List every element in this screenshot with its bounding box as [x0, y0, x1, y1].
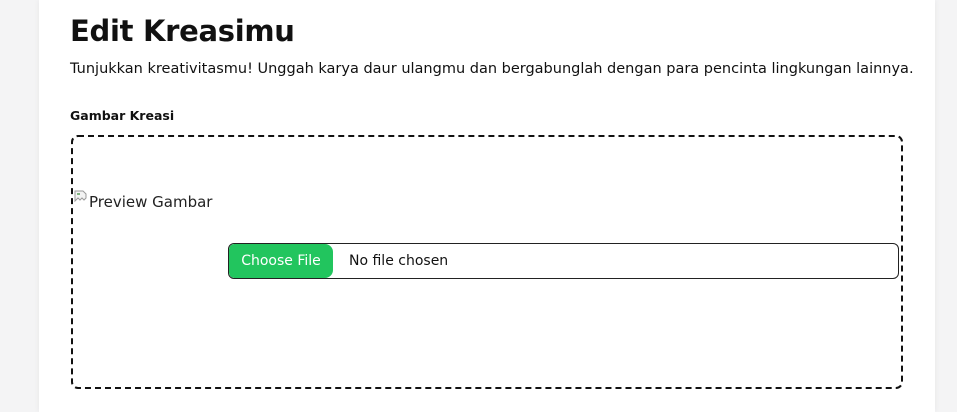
file-status-text: No file chosen	[349, 253, 449, 269]
choose-file-button[interactable]: Choose File	[229, 244, 333, 278]
image-preview: Preview Gambar	[74, 190, 213, 211]
form-card: Edit Kreasimu Tunjukkan kreativitasmu! U…	[39, 0, 935, 412]
image-dropzone[interactable]: Preview Gambar Choose File No file chose…	[71, 135, 903, 389]
file-input[interactable]: Choose File No file chosen	[228, 243, 899, 279]
page-subtitle: Tunjukkan kreativitasmu! Unggah karya da…	[70, 61, 914, 77]
image-preview-alt-text: Preview Gambar	[89, 193, 213, 211]
broken-image-icon	[74, 190, 87, 205]
image-field-label: Gambar Kreasi	[70, 108, 175, 123]
page-title: Edit Kreasimu	[70, 14, 295, 48]
